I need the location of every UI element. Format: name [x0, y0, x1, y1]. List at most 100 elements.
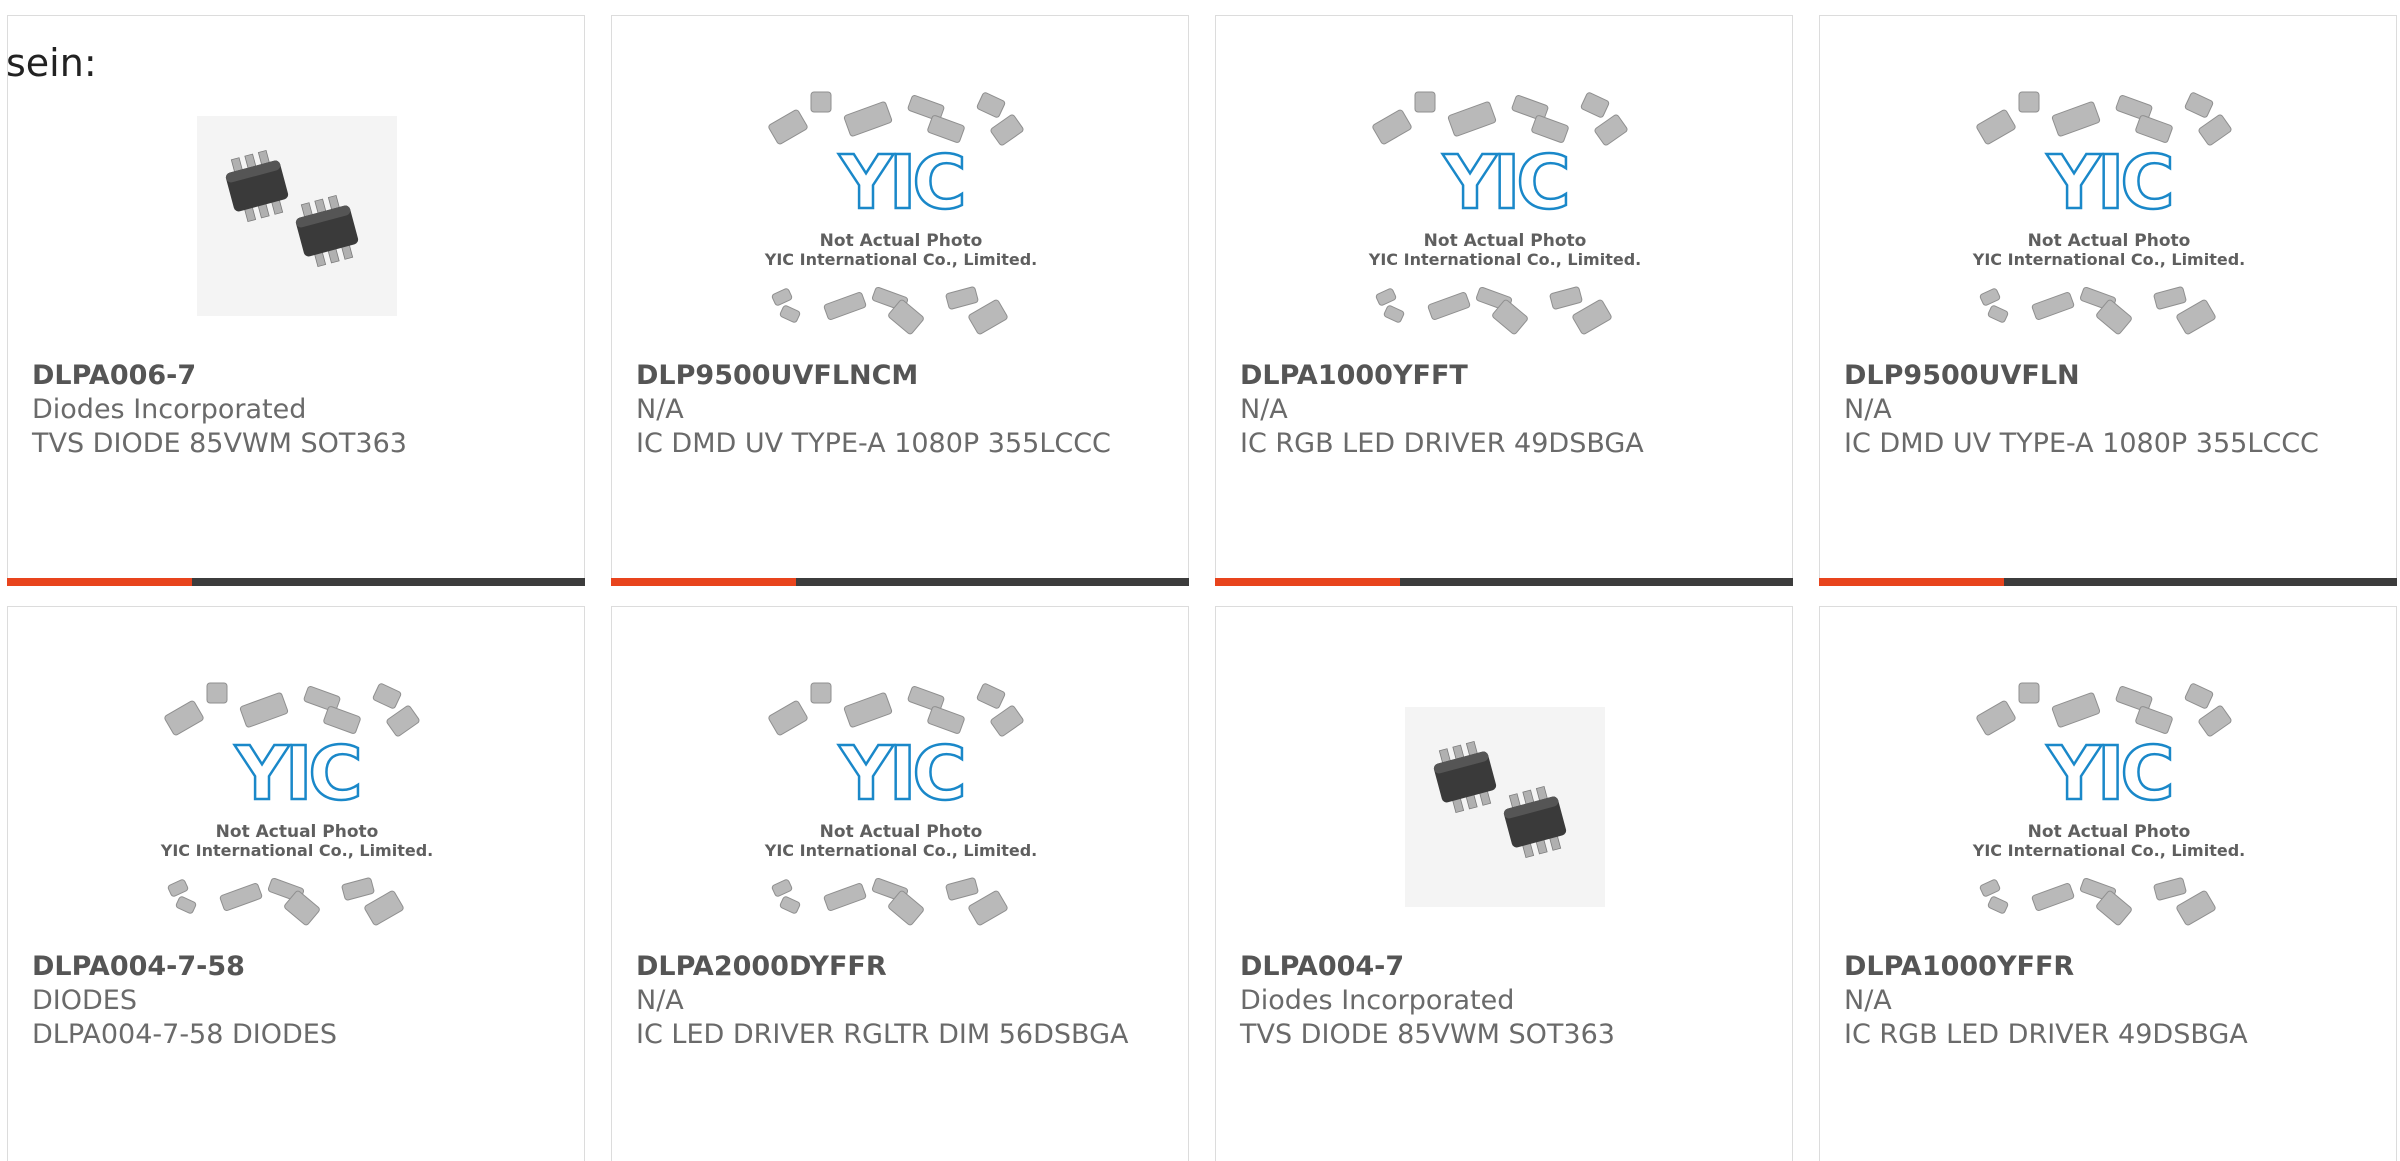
- description: IC RGB LED DRIVER 49DSBGA: [1240, 428, 1644, 459]
- product-card[interactable]: DLPA006-7 Diodes Incorporated TVS DIODE …: [7, 15, 585, 586]
- chip-package-icon: [341, 877, 375, 901]
- chip-package-icon: [1572, 299, 1612, 335]
- placeholder-caption-line2: YIC International Co., Limited.: [764, 250, 1037, 269]
- product-image[interactable]: [8, 66, 586, 366]
- chip-package-icon: [990, 705, 1024, 737]
- chip-package-icon: [823, 291, 867, 321]
- description: IC DMD UV TYPE-A 1080P 355LCCC: [636, 428, 1111, 459]
- not-actual-photo-image: YIC Not Actual PhotoYIC International Co.…: [1972, 91, 2245, 335]
- chip-package-icon: [386, 705, 420, 737]
- chip-package-icon: [1372, 109, 1412, 145]
- product-card[interactable]: DLPA004-7 Diodes Incorporated TVS DIODE …: [1215, 606, 1793, 1161]
- description: IC RGB LED DRIVER 49DSBGA: [1844, 1019, 2248, 1050]
- chip-package-icon: [2135, 115, 2173, 143]
- product-image[interactable]: YIC Not Actual Photo YIC International Co.…: [612, 66, 1190, 366]
- part-number[interactable]: DLPA1000YFFT: [1240, 359, 1760, 393]
- placeholder-caption-line1: Not Actual Photo: [216, 822, 379, 842]
- manufacturer: DIODES: [32, 985, 137, 1016]
- chip-package-icon: [1383, 305, 1405, 323]
- product-info: DLPA1000YFFT N/A IC RGB LED DRIVER 49DSB…: [1240, 359, 1760, 461]
- product-card[interactable]: YIC Not Actual Photo YIC International Co.…: [1819, 15, 2397, 586]
- manufacturer: Diodes Incorporated: [32, 394, 307, 425]
- part-number[interactable]: DLPA004-7-58: [32, 950, 552, 984]
- not-actual-photo-image: YIC Not Actual PhotoYIC International Co.…: [1368, 91, 1641, 335]
- chip-package-icon: [843, 692, 893, 728]
- chip-package-icon: [823, 882, 867, 912]
- chip-package-icon: [2051, 692, 2101, 728]
- product-card[interactable]: YIC Not Actual Photo YIC International Co.…: [7, 606, 585, 1161]
- placeholder-caption-line2: YIC International Co., Limited.: [764, 841, 1037, 860]
- card-accent: [1215, 578, 1400, 586]
- chip-package-icon: [927, 706, 965, 734]
- manufacturer: N/A: [636, 985, 684, 1016]
- chip-package-icon: [2018, 91, 2040, 113]
- chip-package-icon: [1979, 288, 2001, 306]
- part-number[interactable]: DLPA006-7: [32, 359, 552, 393]
- sot363-product-photo: [197, 116, 397, 316]
- chip-package-icon: [1976, 109, 2016, 145]
- product-image[interactable]: [1216, 657, 1794, 957]
- placeholder-caption-line2: YIC International Co., Limited.: [160, 841, 433, 860]
- chip-package-icon: [1447, 101, 1497, 137]
- chip-package-icon: [175, 896, 197, 914]
- chip-package-icon: [372, 683, 402, 709]
- manufacturer: Diodes Incorporated: [1240, 985, 1515, 1016]
- not-actual-photo-image: YIC Not Actual PhotoYIC International Co.…: [764, 682, 1037, 926]
- chip-package-icon: [990, 114, 1024, 146]
- part-number[interactable]: DLP9500UVFLNCM: [636, 359, 1156, 393]
- chip-package-icon: [976, 683, 1006, 709]
- chip-package-icon: [945, 286, 979, 310]
- product-card[interactable]: YIC Not Actual Photo YIC International Co.…: [1215, 15, 1793, 586]
- card-accent: [1819, 578, 2004, 586]
- product-image[interactable]: YIC Not Actual Photo YIC International Co.…: [1216, 66, 1794, 366]
- chip-package-icon: [843, 101, 893, 137]
- placeholder-caption-line2: YIC International Co., Limited.: [1972, 841, 2245, 860]
- lead-text: sein:: [6, 41, 97, 85]
- product-card[interactable]: YIC Not Actual Photo YIC International Co.…: [611, 606, 1189, 1161]
- chip-package-icon: [771, 879, 793, 897]
- chip-package-icon: [771, 288, 793, 306]
- placeholder-caption-line1: Not Actual Photo: [2028, 231, 2191, 251]
- chip-package-icon: [2031, 882, 2075, 912]
- product-info: DLPA004-7 Diodes Incorporated TVS DIODE …: [1240, 950, 1760, 1052]
- chip-package-icon: [1979, 879, 2001, 897]
- part-number[interactable]: DLP9500UVFLN: [1844, 359, 2364, 393]
- chip-package-icon: [1987, 305, 2009, 323]
- part-number[interactable]: DLPA004-7: [1240, 950, 1760, 984]
- chip-package-icon: [945, 877, 979, 901]
- chip-package-icon: [976, 92, 1006, 118]
- product-image[interactable]: YIC Not Actual Photo YIC International Co.…: [8, 657, 586, 957]
- chip-package-icon: [810, 682, 832, 704]
- product-card[interactable]: YIC Not Actual Photo YIC International Co.…: [1819, 606, 2397, 1161]
- chip-package-icon: [927, 115, 965, 143]
- chip-package-icon: [1987, 896, 2009, 914]
- part-number[interactable]: DLPA2000DYFFR: [636, 950, 1156, 984]
- product-info: DLP9500UVFLN N/A IC DMD UV TYPE-A 1080P …: [1844, 359, 2364, 461]
- product-info: DLPA004-7-58 DIODES DLPA004-7-58 DIODES: [32, 950, 552, 1052]
- product-image[interactable]: YIC Not Actual Photo YIC International Co.…: [1820, 66, 2398, 366]
- manufacturer: N/A: [636, 394, 684, 425]
- yic-logo: YIC: [2046, 731, 2170, 817]
- manufacturer: N/A: [1844, 985, 1892, 1016]
- part-number[interactable]: DLPA1000YFFR: [1844, 950, 2364, 984]
- card-accent: [611, 578, 796, 586]
- chip-package-icon: [2184, 92, 2214, 118]
- manufacturer: N/A: [1240, 394, 1288, 425]
- product-image[interactable]: YIC Not Actual Photo YIC International Co.…: [1820, 657, 2398, 957]
- chip-package-icon: [167, 879, 189, 897]
- chip-package-icon: [968, 890, 1008, 926]
- description: DLPA004-7-58 DIODES: [32, 1019, 337, 1050]
- product-image[interactable]: YIC Not Actual Photo YIC International Co.…: [612, 657, 1190, 957]
- card-bottom-bar: [1215, 578, 1793, 586]
- not-actual-photo-image: YIC Not Actual PhotoYIC International Co.…: [1972, 682, 2245, 926]
- yic-logo: YIC: [2046, 140, 2170, 226]
- chip-package-icon: [768, 700, 808, 736]
- chip-package-icon: [779, 896, 801, 914]
- product-card[interactable]: YIC Not Actual Photo YIC International Co.…: [611, 15, 1189, 586]
- chip-package-icon: [2198, 114, 2232, 146]
- chip-package-icon: [1549, 286, 1583, 310]
- chip-package-icon: [219, 882, 263, 912]
- chip-package-icon: [2198, 705, 2232, 737]
- placeholder-caption-line1: Not Actual Photo: [2028, 822, 2191, 842]
- chip-package-icon: [768, 109, 808, 145]
